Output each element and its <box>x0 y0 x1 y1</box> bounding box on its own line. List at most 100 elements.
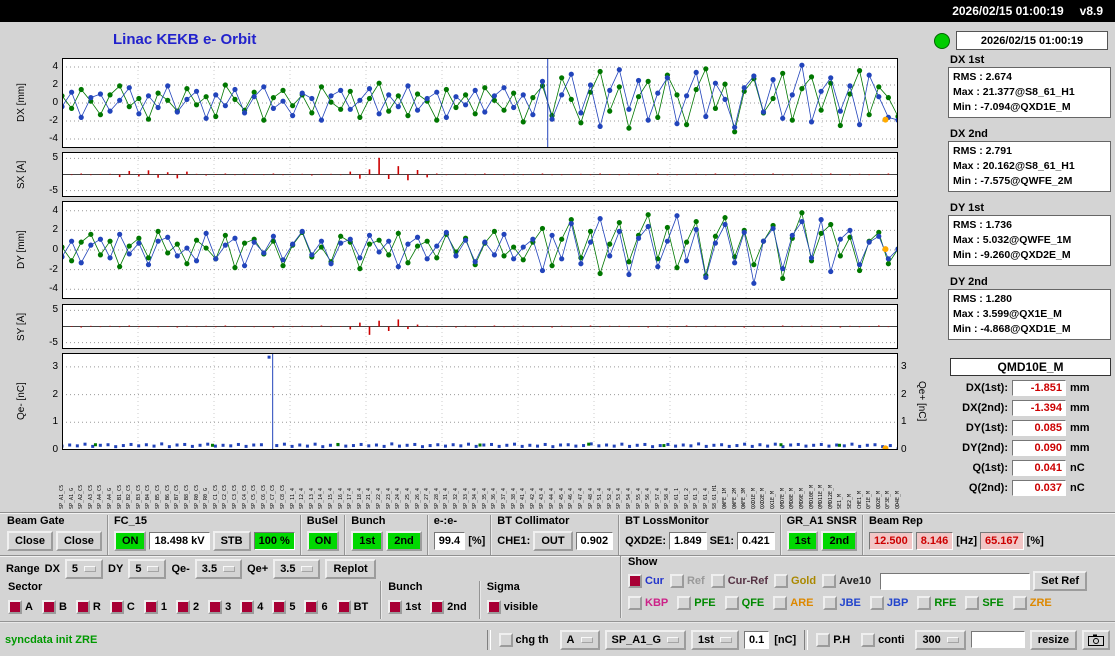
sector-c-item[interactable]: C <box>109 600 135 614</box>
show-gold-item[interactable]: Gold <box>774 574 816 588</box>
show-zre-item[interactable]: ZRE <box>1012 596 1052 610</box>
chart-sx[interactable]: 5 -5 SX [A] <box>0 152 935 197</box>
show-ref-checkbox[interactable] <box>669 574 684 588</box>
show-qfe-checkbox[interactable] <box>724 596 739 610</box>
sector-b-checkbox[interactable] <box>41 600 56 614</box>
fc15-stb-button[interactable]: STB <box>212 531 251 551</box>
range-qep-select[interactable]: 3.5 <box>273 559 321 579</box>
show-jbe-item[interactable]: JBE <box>822 596 861 610</box>
show-cur-item[interactable]: Cur <box>628 574 664 588</box>
sector-a-item[interactable]: A <box>8 600 33 614</box>
ph-checkbox[interactable] <box>816 632 831 647</box>
sector-select[interactable]: A <box>559 629 600 650</box>
sector-c-checkbox[interactable] <box>109 600 124 614</box>
gr-a1-2nd-button[interactable]: 2nd <box>821 531 858 551</box>
show-jbp-item[interactable]: JBP <box>869 596 908 610</box>
chart-dx[interactable]: 4 2 0 -2 -4 DX [mm] <box>0 58 935 148</box>
bunch-1st-item[interactable]: 1st <box>388 600 421 614</box>
chg-th-toggle[interactable]: chg th <box>498 632 549 647</box>
chart-dy[interactable]: 4 2 0 -2 -4 DY [mm] <box>0 201 935 299</box>
show-cur-ref-checkbox[interactable] <box>710 574 725 588</box>
chart-sx-plot[interactable] <box>62 152 898 197</box>
sector-3-checkbox[interactable] <box>208 600 223 614</box>
bunch-2nd-button[interactable]: 2nd <box>386 531 422 551</box>
sector-4-checkbox[interactable] <box>240 600 255 614</box>
set-ref-button[interactable]: Set Ref <box>1033 571 1088 591</box>
sector-1-checkbox[interactable] <box>143 600 158 614</box>
show-sfe-checkbox[interactable] <box>965 596 980 610</box>
show-are-checkbox[interactable] <box>773 596 788 610</box>
bunch-1st-button[interactable]: 1st <box>351 531 384 551</box>
show-pfe-item[interactable]: PFE <box>677 596 716 610</box>
sector-b-item[interactable]: B <box>41 600 67 614</box>
snapshot-button[interactable] <box>1082 629 1110 650</box>
show-sfe-item[interactable]: SFE <box>965 596 1004 610</box>
show-zre-checkbox[interactable] <box>1012 596 1027 610</box>
chart-sy[interactable]: 5 -5 SY [A] <box>0 304 935 349</box>
show-ref-item[interactable]: Ref <box>669 574 705 588</box>
interval-select[interactable]: 300 <box>915 629 966 650</box>
sector-4-item[interactable]: 4 <box>240 600 263 614</box>
show-jbe-checkbox[interactable] <box>822 596 837 610</box>
threshold-input[interactable]: 0.1 <box>743 630 770 649</box>
che1-out-button[interactable]: OUT <box>533 531 573 551</box>
sigma-visible-checkbox[interactable] <box>486 600 501 614</box>
chart-sy-plot[interactable] <box>62 304 898 349</box>
sector-r-item[interactable]: R <box>75 600 101 614</box>
resize-button[interactable]: resize <box>1029 629 1077 650</box>
bunch-1st-checkbox[interactable] <box>388 600 403 614</box>
range-dy-select[interactable]: 5 <box>128 559 167 579</box>
show-ave10-checkbox[interactable] <box>822 574 837 588</box>
range-dx-select[interactable]: 5 <box>64 559 104 579</box>
show-kbp-checkbox[interactable] <box>628 596 642 610</box>
sector-3-item[interactable]: 3 <box>208 600 231 614</box>
sector-a-checkbox[interactable] <box>8 600 22 614</box>
show-qfe-item[interactable]: QFE <box>724 596 764 610</box>
monitor-row-unit: mm <box>1070 382 1090 394</box>
monitor-x-label: SP_21_4 <box>366 487 373 509</box>
chart-charge[interactable]: 3 3 2 2 1 1 0 0 Qe- [nC] Qe+ [nC] <box>0 353 935 455</box>
show-pfe-checkbox[interactable] <box>677 596 692 610</box>
replot-button[interactable]: Replot <box>325 559 376 579</box>
sector-6-item[interactable]: 6 <box>304 600 328 614</box>
fc15-on-button[interactable]: ON <box>113 531 147 551</box>
conti-toggle[interactable]: conti <box>861 632 904 647</box>
show-gold-checkbox[interactable] <box>774 574 789 588</box>
show-cur-checkbox[interactable] <box>628 574 642 588</box>
monitor-select[interactable]: SP_A1_G <box>604 629 687 650</box>
sector-2-item[interactable]: 2 <box>175 600 199 614</box>
chg-th-checkbox[interactable] <box>498 632 513 647</box>
interval-input[interactable] <box>970 631 1025 648</box>
ph-toggle[interactable]: P.H <box>816 632 850 647</box>
sector-5-checkbox[interactable] <box>272 600 287 614</box>
chart-dy-plot[interactable] <box>62 201 898 299</box>
chart-q-plot[interactable] <box>62 353 898 450</box>
busel-on-button[interactable]: ON <box>306 531 340 551</box>
gr-a1-1st-button[interactable]: 1st <box>786 531 819 551</box>
sector-2-checkbox[interactable] <box>175 600 190 614</box>
sector-6-checkbox[interactable] <box>304 600 319 614</box>
ref-name-input[interactable] <box>880 572 1031 590</box>
sigma-visible-item[interactable]: visible <box>486 600 538 614</box>
conti-checkbox[interactable] <box>861 632 876 647</box>
sector-bt-item[interactable]: BT <box>336 600 368 614</box>
sector-r-checkbox[interactable] <box>75 600 90 614</box>
bunch-select[interactable]: 1st <box>691 629 739 650</box>
show-kbp-item[interactable]: KBP <box>628 596 668 610</box>
beam-gate-close-1-button[interactable]: Close <box>7 531 53 551</box>
bunch-2nd-item[interactable]: 2nd <box>430 600 467 614</box>
show-jbp-checkbox[interactable] <box>869 596 884 610</box>
show-are-item[interactable]: ARE <box>773 596 814 610</box>
show-rfe-item[interactable]: RFE <box>917 596 956 610</box>
sector-1-item[interactable]: 1 <box>143 600 167 614</box>
sector-5-item[interactable]: 5 <box>272 600 295 614</box>
bunch-2nd-checkbox[interactable] <box>430 600 445 614</box>
range-qem-select[interactable]: 3.5 <box>194 559 243 579</box>
show-ave10-item[interactable]: Ave10 <box>822 574 871 588</box>
show-rfe-checkbox[interactable] <box>917 596 932 610</box>
show-cur-ref-item[interactable]: Cur-Ref <box>710 574 768 588</box>
sector-bt-checkbox[interactable] <box>336 600 351 614</box>
monitor-x-label: SP_24_4 <box>395 487 402 509</box>
beam-gate-close-2-button[interactable]: Close <box>55 531 102 551</box>
chart-dx-plot[interactable] <box>62 58 898 148</box>
